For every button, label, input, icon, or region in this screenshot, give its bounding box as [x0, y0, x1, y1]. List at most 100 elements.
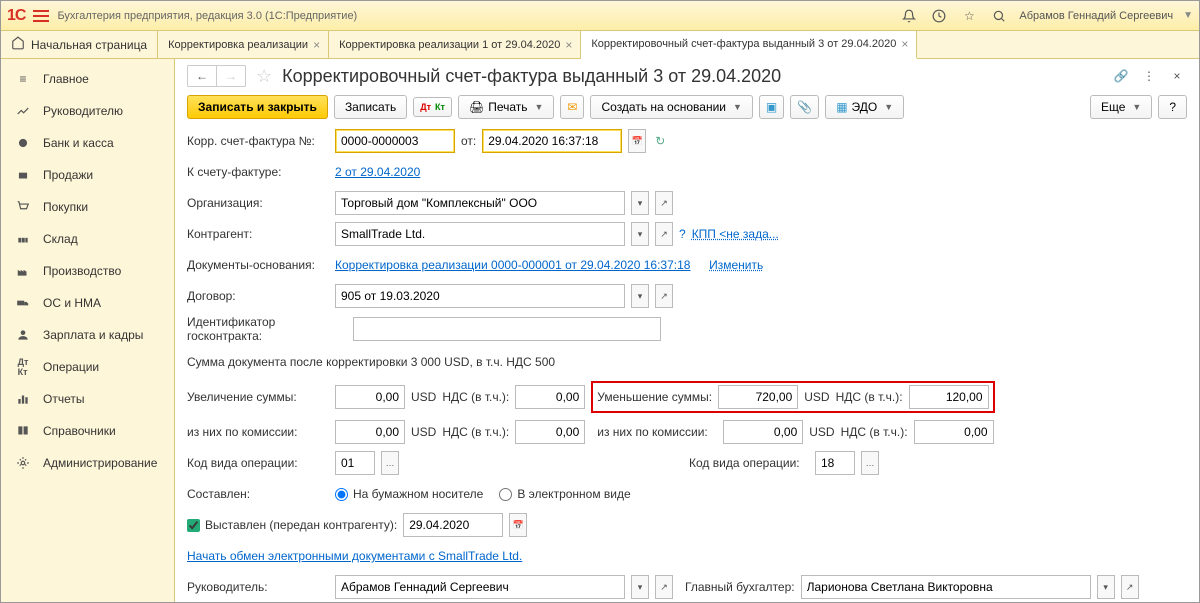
to-invoice-link[interactable]: 2 от 29.04.2020 — [335, 165, 420, 179]
org-dropdown[interactable]: ▾ — [631, 191, 649, 215]
sidebar-item-hr[interactable]: Зарплата и кадры — [1, 319, 174, 351]
more-vert-icon[interactable]: ⋮ — [1139, 66, 1159, 86]
org-open[interactable]: ↗ — [655, 191, 673, 215]
counterparty-input[interactable] — [335, 222, 625, 246]
tab-0[interactable]: Корректировка реализации × — [158, 31, 329, 58]
basis-doc-link[interactable]: Корректировка реализации 0000-000001 от … — [335, 258, 690, 272]
close-content-icon[interactable]: × — [1167, 66, 1187, 86]
calendar-icon[interactable]: 📅 — [628, 129, 646, 153]
print-button[interactable]: 🖨Печать▼ — [458, 95, 554, 119]
refresh-icon[interactable]: ↻ — [652, 133, 668, 149]
cp-dropdown[interactable]: ▾ — [631, 222, 649, 246]
decrease-sum[interactable] — [718, 385, 798, 409]
contract-dropdown[interactable]: ▾ — [631, 284, 649, 308]
favorite-toggle[interactable]: ☆ — [256, 66, 272, 87]
comm1-sum[interactable] — [335, 420, 405, 444]
sidebar-item-manager[interactable]: Руководителю — [1, 95, 174, 127]
link-icon[interactable]: 🔗 — [1111, 66, 1131, 86]
comm1-vat[interactable] — [515, 420, 585, 444]
forward-button[interactable]: → — [217, 66, 245, 86]
help-button[interactable]: ? — [1158, 95, 1187, 119]
contract-input[interactable] — [335, 284, 625, 308]
close-icon[interactable]: × — [901, 37, 908, 51]
usd1: USD — [411, 390, 436, 404]
label-basis: Документы-основания: — [187, 258, 329, 272]
sidebar-item-warehouse[interactable]: Склад — [1, 223, 174, 255]
tab-bar: Начальная страница Корректировка реализа… — [1, 31, 1199, 59]
increase-vat[interactable] — [515, 385, 585, 409]
edo-icon: ▦ — [836, 100, 847, 114]
help-icon[interactable]: ? — [679, 227, 686, 241]
search-icon[interactable] — [989, 6, 1009, 26]
sidebar-item-main[interactable]: ≡Главное — [1, 63, 174, 95]
chief-acc-input[interactable] — [801, 575, 1091, 599]
chevron-down-icon[interactable]: ▼ — [1183, 10, 1193, 21]
cp-open[interactable]: ↗ — [655, 222, 673, 246]
tab-2[interactable]: Корректировочный счет-фактура выданный 3… — [581, 31, 917, 59]
sidebar-item-label: Отчеты — [43, 392, 84, 406]
issued-checkbox[interactable]: Выставлен (передан контрагенту): — [187, 518, 397, 532]
hamburger-icon[interactable] — [33, 10, 49, 22]
edo-start-link[interactable]: Начать обмен электронными документами с … — [187, 549, 522, 563]
contract-open[interactable]: ↗ — [655, 284, 673, 308]
save-button[interactable]: Записать — [334, 95, 407, 119]
opcode2-picker[interactable]: … — [861, 451, 879, 475]
sidebar-item-reports[interactable]: Отчеты — [1, 383, 174, 415]
chief-dropdown[interactable]: ▾ — [1097, 575, 1115, 599]
number-input[interactable] — [335, 129, 455, 153]
attach-button[interactable]: 📎 — [790, 95, 819, 119]
user-name[interactable]: Абрамов Геннадий Сергеевич — [1019, 10, 1173, 22]
org-input[interactable] — [335, 191, 625, 215]
radio-electronic[interactable]: В электронном виде — [499, 487, 630, 501]
comm2-vat[interactable] — [914, 420, 994, 444]
sidebar-item-bank[interactable]: Банк и касса — [1, 127, 174, 159]
issued-date[interactable] — [403, 513, 503, 537]
history-icon[interactable] — [929, 6, 949, 26]
usd2: USD — [804, 390, 829, 404]
comm2-sum[interactable] — [723, 420, 803, 444]
kpp-link[interactable]: КПП <не зада... — [692, 227, 779, 241]
nav-arrows: ← → — [187, 65, 246, 87]
edo-button[interactable]: ▦ЭДО▼ — [825, 95, 904, 119]
tab-1[interactable]: Корректировка реализации 1 от 29.04.2020… — [329, 31, 581, 58]
sidebar-item-purchases[interactable]: Покупки — [1, 191, 174, 223]
manager-dropdown[interactable]: ▾ — [631, 575, 649, 599]
mail-button[interactable]: ✉ — [560, 95, 584, 119]
sum-after-text: Сумма документа после корректировки 3 00… — [187, 355, 555, 369]
decrease-highlight: Уменьшение суммы: USD НДС (в т.ч.): — [591, 381, 994, 413]
opcode1-picker[interactable]: … — [381, 451, 399, 475]
sidebar-item-label: Справочники — [43, 424, 116, 438]
gosid-input[interactable] — [353, 317, 661, 341]
bell-icon[interactable] — [899, 6, 919, 26]
date-input[interactable] — [482, 129, 622, 153]
back-button[interactable]: ← — [188, 66, 217, 86]
radio-paper[interactable]: На бумажном носителе — [335, 487, 483, 501]
dtkt-button[interactable]: ДтКт — [413, 97, 452, 117]
chief-open[interactable]: ↗ — [1121, 575, 1139, 599]
sidebar-item-label: Банк и касса — [43, 136, 114, 150]
sidebar-item-sales[interactable]: Продажи — [1, 159, 174, 191]
create-based-button[interactable]: Создать на основании▼ — [590, 95, 752, 119]
save-close-button[interactable]: Записать и закрыть — [187, 95, 328, 119]
related-button[interactable]: ▣ — [759, 95, 784, 119]
star-icon[interactable]: ☆ — [959, 6, 979, 26]
warehouse-icon — [15, 231, 31, 247]
sidebar-item-ops[interactable]: ДтКтОперации — [1, 351, 174, 383]
close-icon[interactable]: × — [313, 38, 320, 52]
opcode1-input[interactable] — [335, 451, 375, 475]
opcode2-input[interactable] — [815, 451, 855, 475]
manager-open[interactable]: ↗ — [655, 575, 673, 599]
more-button[interactable]: Еще▼ — [1090, 95, 1152, 119]
manager-input[interactable] — [335, 575, 625, 599]
sidebar-item-admin[interactable]: Администрирование — [1, 447, 174, 479]
sidebar-item-refs[interactable]: Справочники — [1, 415, 174, 447]
close-icon[interactable]: × — [565, 38, 572, 52]
decrease-vat[interactable] — [909, 385, 989, 409]
menu-icon: ≡ — [15, 71, 31, 87]
tab-home[interactable]: Начальная страница — [1, 31, 158, 58]
increase-sum[interactable] — [335, 385, 405, 409]
change-link[interactable]: Изменить — [709, 258, 763, 272]
issued-calendar[interactable]: 📅 — [509, 513, 527, 537]
sidebar-item-production[interactable]: Производство — [1, 255, 174, 287]
sidebar-item-assets[interactable]: ОС и НМА — [1, 287, 174, 319]
